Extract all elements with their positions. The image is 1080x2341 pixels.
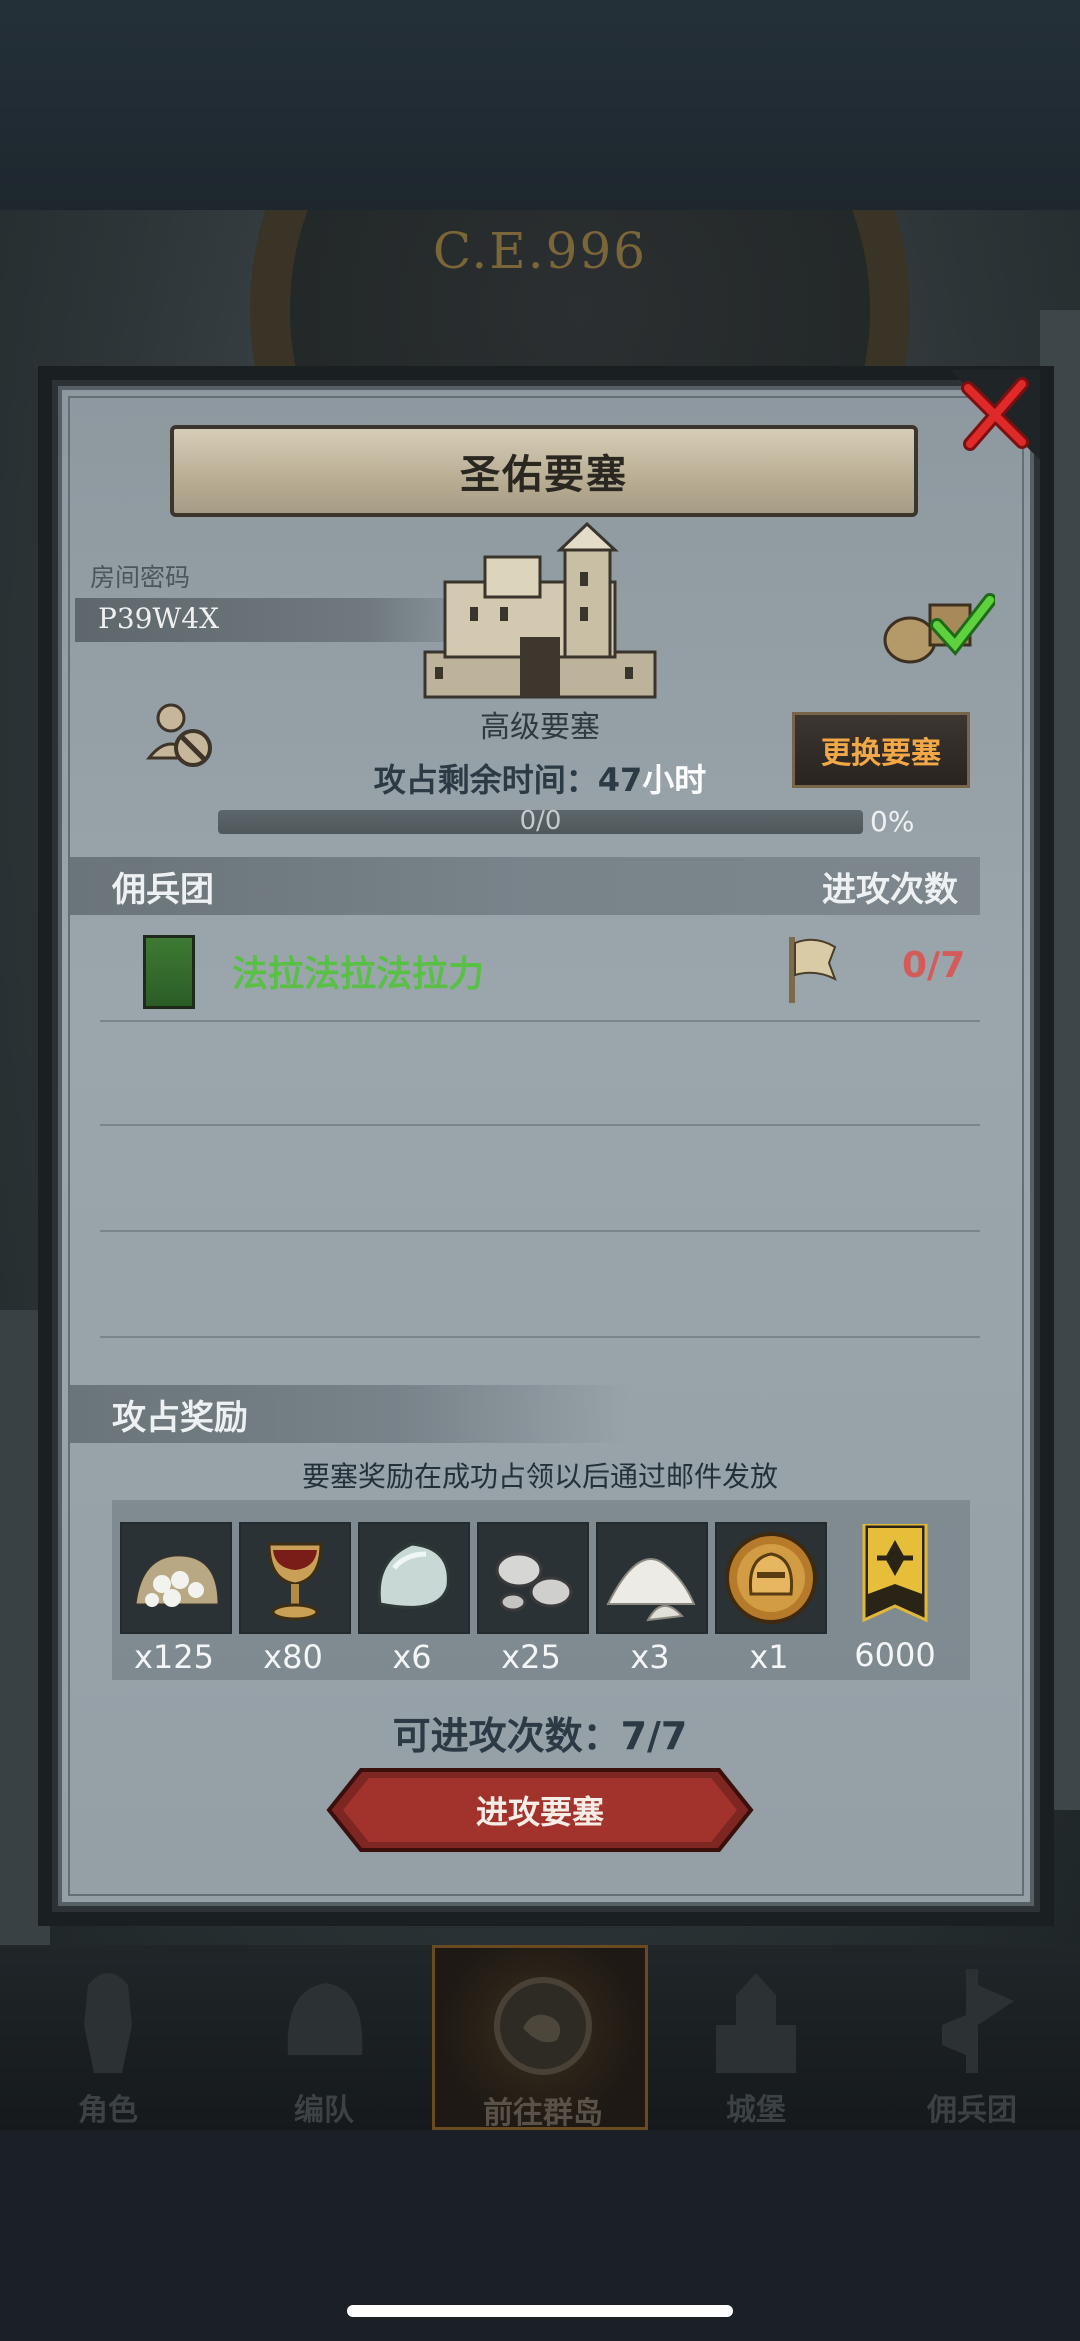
top-bar-background (0, 0, 1080, 210)
knight-icon (84, 1973, 132, 2073)
banner-icon (942, 1969, 1014, 2073)
remaining-attacks: 可进攻次数：7/7 (392, 1714, 688, 1758)
bottom-navigation: 角色 编队 前往群岛 城堡 佣兵团 (0, 1945, 1080, 2131)
moonstone-icon (358, 1522, 470, 1634)
reward-item[interactable]: x3 (596, 1522, 708, 1676)
mercenary-header-label: 佣兵团 (112, 870, 214, 910)
year-label: C.E.996 (432, 222, 648, 280)
silver-nuggets-icon (477, 1522, 589, 1634)
reward-header-label: 攻占奖励 (112, 1398, 248, 1438)
reward-qty: x1 (749, 1638, 789, 1676)
change-fortress-label: 更换要塞 (821, 736, 941, 771)
attack-count-header-label: 进攻次数 (822, 870, 958, 910)
reward-qty: x80 (263, 1638, 323, 1676)
nav-item-formation[interactable]: 编队 (216, 1945, 432, 2130)
fortress-tier-label: 高级要塞 (480, 710, 600, 745)
flag-icon (789, 937, 837, 1003)
change-fortress-button[interactable]: 更换要塞 (792, 712, 970, 788)
row-divider (100, 1230, 980, 1232)
reward-item[interactable]: x25 (477, 1522, 589, 1676)
reward-item[interactable]: x1 (715, 1522, 827, 1676)
nav-item-character[interactable]: 角色 (0, 1945, 216, 2130)
home-indicator[interactable] (347, 2305, 733, 2317)
attack-fortress-label: 进攻要塞 (475, 1793, 604, 1831)
row-divider (100, 1020, 980, 1022)
fortress-castle-image (423, 522, 657, 699)
goblet-icon (239, 1522, 351, 1634)
reward-item[interactable]: x125 (120, 1522, 232, 1676)
nav-item-castle[interactable]: 城堡 (648, 1945, 864, 2130)
room-code[interactable]: P39W4X (98, 602, 219, 635)
capture-progress-count: 0/0 (519, 806, 562, 836)
room-password-label: 房间密码 (90, 563, 191, 592)
helmet-icon (287, 1983, 363, 2055)
honor-banner-icon[interactable] (860, 1524, 930, 1628)
no-visitors-icon[interactable] (145, 700, 215, 770)
right-side-panel (1040, 310, 1080, 1810)
honor-qty: 6000 (854, 1636, 936, 1674)
title-banner: 圣佑要塞 (170, 425, 918, 517)
dialog-title: 圣佑要塞 (460, 452, 628, 498)
guild-emblem-icon (143, 935, 195, 1009)
silver-ore-sack-icon (120, 1522, 232, 1634)
guild-name[interactable]: 法拉法拉法拉力 (232, 945, 484, 997)
salt-pile-icon (596, 1522, 708, 1634)
loot-bags-checked-icon[interactable] (875, 585, 995, 665)
reward-item[interactable]: x6 (358, 1522, 470, 1676)
nav-item-mercenary[interactable]: 佣兵团 (864, 1945, 1080, 2130)
attack-fortress-button[interactable]: 进攻要塞 (325, 1768, 755, 1852)
capture-progress-percent: 0% (870, 805, 915, 838)
compass-map-icon (494, 1977, 592, 2075)
golden-helmet-medal-icon (715, 1522, 827, 1634)
reward-item[interactable]: x80 (239, 1522, 351, 1676)
nav-item-islands[interactable]: 前往群岛 (432, 1945, 648, 2131)
row-divider (100, 1124, 980, 1126)
close-icon (950, 370, 1040, 460)
left-side-panel (0, 1310, 50, 1945)
row-divider (100, 1336, 980, 1338)
guild-attack-count: 0/7 (902, 945, 966, 986)
reward-qty: x25 (501, 1638, 561, 1676)
reward-qty: x3 (630, 1638, 670, 1676)
reward-qty: x125 (133, 1638, 214, 1676)
capture-remaining-time: 攻占剩余时间：47小时 (373, 761, 707, 799)
reward-qty: x6 (392, 1638, 432, 1676)
reward-note: 要塞奖励在成功占领以后通过邮件发放 (301, 1460, 778, 1493)
close-button[interactable] (950, 370, 1040, 460)
castle-icon (716, 1973, 796, 2073)
